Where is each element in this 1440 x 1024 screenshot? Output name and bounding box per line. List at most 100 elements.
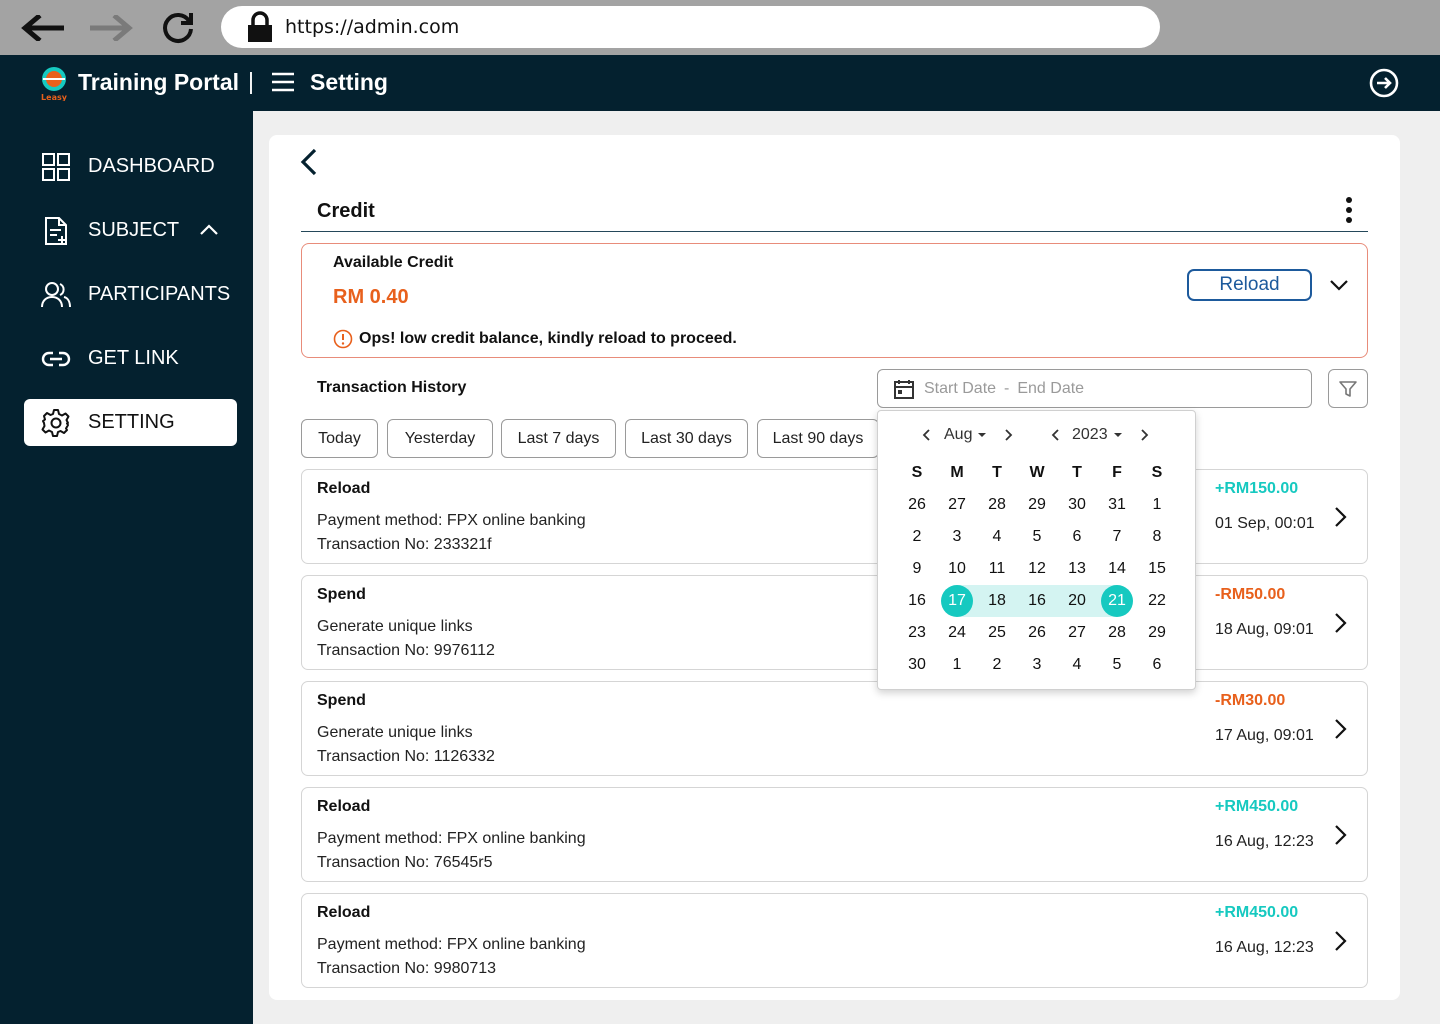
chevron-down-icon[interactable] <box>1328 274 1350 296</box>
quick-filter-last-7-days[interactable]: Last 7 days <box>501 419 616 458</box>
chevron-right-icon[interactable] <box>1332 930 1348 952</box>
calendar-day[interactable]: 5 <box>1017 521 1057 553</box>
calendar-day[interactable]: 1 <box>1137 489 1177 521</box>
calendar-day[interactable]: 23 <box>897 617 937 649</box>
calendar-day-range-end[interactable]: 21 <box>1097 585 1137 617</box>
prev-month-icon[interactable] <box>920 428 934 442</box>
calendar-day[interactable]: 16 <box>897 585 937 617</box>
calendar-day[interactable]: 6 <box>1137 649 1177 681</box>
calendar-day[interactable]: 22 <box>1137 585 1177 617</box>
calendar-day[interactable]: 2 <box>977 649 1017 681</box>
weekday-label: T <box>1072 464 1082 481</box>
calendar-day[interactable]: 28 <box>1097 617 1137 649</box>
calendar-day[interactable]: 28 <box>977 489 1017 521</box>
calendar-day[interactable]: 15 <box>1137 553 1177 585</box>
calendar-day[interactable]: 4 <box>977 521 1017 553</box>
sidebar-item-dashboard[interactable]: DASHBOARD <box>24 143 237 190</box>
calendar-week: 9 10 11 12 13 14 15 <box>897 553 1177 585</box>
sidebar-item-setting[interactable]: SETTING <box>24 399 237 446</box>
transaction-amount: +RM450.00 <box>1215 798 1299 815</box>
next-year-icon[interactable] <box>1137 428 1151 442</box>
chevron-right-icon[interactable] <box>1332 612 1348 634</box>
prev-year-icon[interactable] <box>1049 428 1063 442</box>
weekday-label: M <box>950 464 964 481</box>
divider <box>301 231 1368 232</box>
back-chevron-icon[interactable] <box>297 147 321 177</box>
reload-button[interactable]: Reload <box>1187 269 1312 301</box>
quick-filter-last-90-days[interactable]: Last 90 days <box>757 419 879 458</box>
calendar-day[interactable]: 8 <box>1137 521 1177 553</box>
more-options-icon[interactable] <box>1339 195 1359 225</box>
sidebar-item-label: PARTICIPANTS <box>88 283 231 305</box>
calendar-day[interactable]: 9 <box>897 553 937 585</box>
transaction-row[interactable]: Spend Generate unique links Transaction … <box>301 575 1368 670</box>
chevron-up-icon[interactable] <box>199 219 219 242</box>
logout-icon[interactable] <box>1369 68 1399 98</box>
calendar-day[interactable]: 29 <box>1017 489 1057 521</box>
sidebar-item-subject[interactable]: SUBJECT <box>24 207 237 254</box>
calendar-day[interactable]: 27 <box>1057 617 1097 649</box>
calendar-day[interactable]: 26 <box>897 489 937 521</box>
calendar-day-in-range[interactable]: 20 <box>1057 585 1097 617</box>
transaction-type: Reload <box>317 798 371 815</box>
calendar-day-in-range[interactable]: 16 <box>1017 585 1057 617</box>
calendar-day[interactable]: 1 <box>937 649 977 681</box>
weekday-header: S M T W T F S <box>897 457 1177 489</box>
calendar-day[interactable]: 3 <box>1017 649 1057 681</box>
transaction-amount: -RM50.00 <box>1215 586 1286 603</box>
calendar-day[interactable]: 13 <box>1057 553 1097 585</box>
transaction-row[interactable]: Reload Payment method: FPX online bankin… <box>301 787 1368 882</box>
menu-icon[interactable] <box>271 72 295 92</box>
calendar-day[interactable]: 11 <box>977 553 1017 585</box>
transaction-row[interactable]: Reload Payment method: FPX online bankin… <box>301 469 1368 564</box>
transaction-row[interactable]: Spend Generate unique links Transaction … <box>301 681 1368 776</box>
quick-filter-last-30-days[interactable]: Last 30 days <box>625 419 748 458</box>
transaction-description: Payment method: FPX online banking <box>317 936 586 953</box>
date-range-separator: - <box>1004 379 1010 397</box>
calendar-day[interactable]: 29 <box>1137 617 1177 649</box>
chevron-right-icon[interactable] <box>1332 718 1348 740</box>
chevron-right-icon[interactable] <box>1332 824 1348 846</box>
gear-icon <box>40 407 72 439</box>
calendar-day[interactable]: 27 <box>937 489 977 521</box>
calendar-day[interactable]: 25 <box>977 617 1017 649</box>
back-arrow-icon[interactable] <box>20 8 64 48</box>
sidebar-item-participants[interactable]: PARTICIPANTS <box>24 271 237 318</box>
month-label[interactable]: Aug <box>944 426 972 444</box>
calendar-day-range-start[interactable]: 17 <box>937 585 977 617</box>
available-credit-box: Available Credit RM 0.40 Ops! low credit… <box>301 243 1368 358</box>
filter-button[interactable] <box>1328 369 1368 408</box>
calendar-day[interactable]: 6 <box>1057 521 1097 553</box>
leasy-logo: Leasy <box>38 65 70 102</box>
next-month-icon[interactable] <box>1001 428 1015 442</box>
sidebar-item-get-link[interactable]: GET LINK <box>24 335 237 382</box>
calendar-day[interactable]: 30 <box>897 649 937 681</box>
transaction-number: Transaction No: 1126332 <box>317 748 495 765</box>
calendar-day[interactable]: 3 <box>937 521 977 553</box>
calendar-day[interactable]: 30 <box>1057 489 1097 521</box>
calendar-day[interactable]: 12 <box>1017 553 1057 585</box>
calendar-day[interactable]: 2 <box>897 521 937 553</box>
refresh-icon[interactable] <box>156 8 200 48</box>
calendar-day-in-range[interactable]: 18 <box>977 585 1017 617</box>
forward-arrow-icon[interactable] <box>90 8 134 48</box>
quick-filter-yesterday[interactable]: Yesterday <box>387 419 493 458</box>
caret-down-icon[interactable] <box>977 431 987 439</box>
transaction-row[interactable]: Reload Payment method: FPX online bankin… <box>301 893 1368 988</box>
caret-down-icon[interactable] <box>1113 431 1123 439</box>
quick-filter-today[interactable]: Today <box>301 419 378 458</box>
calendar-day[interactable]: 7 <box>1097 521 1137 553</box>
date-range-input[interactable]: Start Date - End Date <box>877 369 1312 408</box>
calendar-day[interactable]: 4 <box>1057 649 1097 681</box>
address-bar[interactable]: https://admin.com <box>221 6 1160 48</box>
calendar-day[interactable]: 14 <box>1097 553 1137 585</box>
calendar-week: 26 27 28 29 30 31 1 <box>897 489 1177 521</box>
year-label[interactable]: 2023 <box>1072 426 1108 444</box>
calendar-day[interactable]: 5 <box>1097 649 1137 681</box>
chevron-right-icon[interactable] <box>1332 506 1348 528</box>
calendar-day[interactable]: 10 <box>937 553 977 585</box>
calendar-day[interactable]: 31 <box>1097 489 1137 521</box>
title-separator: | <box>248 68 254 94</box>
calendar-day[interactable]: 24 <box>937 617 977 649</box>
calendar-day[interactable]: 26 <box>1017 617 1057 649</box>
